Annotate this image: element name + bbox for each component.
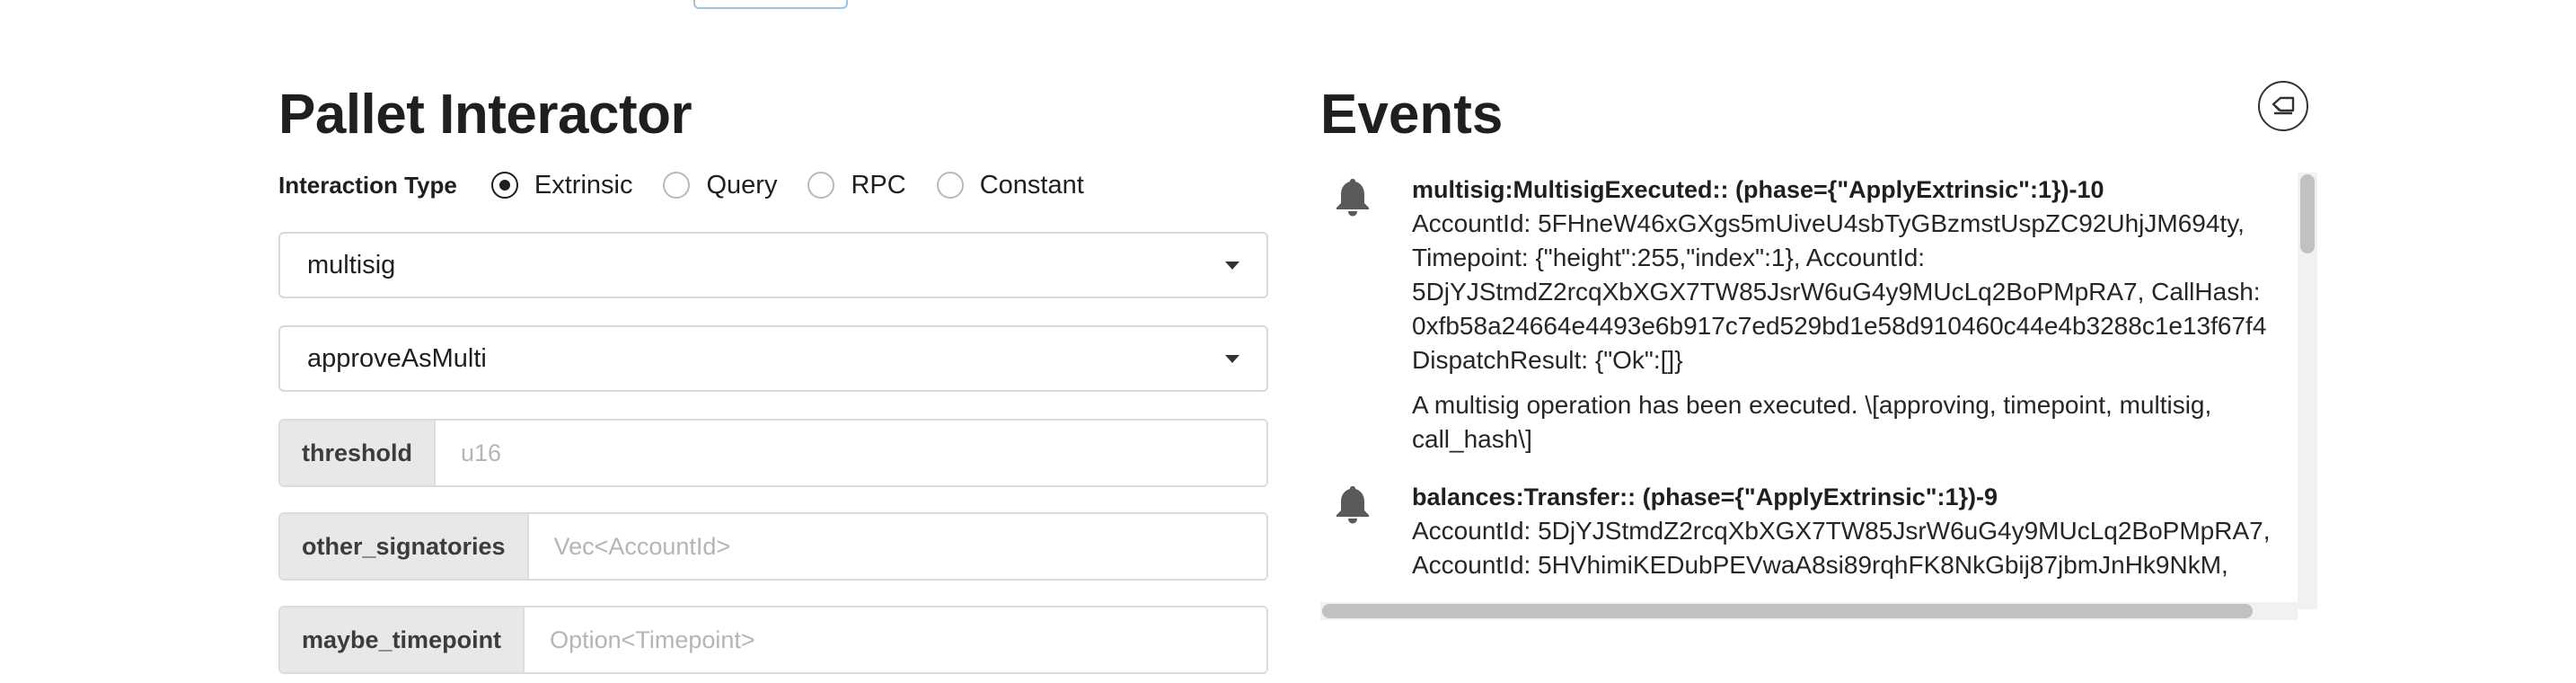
eraser-icon[interactable]: [2271, 95, 2296, 117]
event-item: multisig:MultisigExecuted:: (phase={"App…: [1320, 173, 2296, 457]
callable-select[interactable]: approveAsMulti: [278, 325, 1268, 392]
event-title: multisig:MultisigExecuted:: (phase={"App…: [1412, 176, 2104, 203]
event-data-line: AccountId: 5DjYJStmdZ2rcqXbXGX7TW85JsrW6…: [1412, 517, 2271, 545]
horizontal-scrollbar-thumb[interactable]: [1322, 604, 2253, 618]
clear-events-button[interactable]: [2258, 81, 2308, 131]
param-maybe-timepoint-label: maybe_timepoint: [280, 608, 525, 672]
radio-rpc-indicator[interactable]: [807, 172, 835, 199]
param-maybe-timepoint: maybe_timepoint: [278, 606, 1268, 674]
radio-extrinsic[interactable]: Extrinsic: [490, 171, 633, 200]
param-threshold: threshold: [278, 419, 1268, 487]
param-threshold-input[interactable]: [436, 421, 1266, 485]
events-feed-content: multisig:MultisigExecuted:: (phase={"App…: [1320, 173, 2296, 606]
events-horizontal-scrollbar[interactable]: [1320, 602, 2298, 620]
param-maybe-timepoint-input[interactable]: [525, 608, 1266, 672]
event-title: balances:Transfer:: (phase={"ApplyExtrin…: [1412, 483, 1998, 510]
event-data-line: AccountId: 5FHneW46xGXgs5mUiveU4sbTyGBzm…: [1412, 209, 2245, 237]
event-data-line: 5DjYJStmdZ2rcqXbXGX7TW85JsrW6uG4y9MUcLq2…: [1412, 278, 2261, 306]
radio-rpc-label[interactable]: RPC: [851, 171, 905, 200]
events-vertical-scrollbar[interactable]: [2298, 173, 2317, 609]
event-description: A multisig operation has been executed. …: [1412, 391, 2212, 453]
bell-icon: [1337, 179, 1369, 217]
radio-extrinsic-label[interactable]: Extrinsic: [534, 171, 633, 200]
events-panel: Events multisig:MultisigExecuted:: (phas…: [1320, 81, 2317, 620]
event-data-line: 0xfb58a24664e4493e6b917c7ed529bd1e58d910…: [1412, 312, 2267, 340]
interaction-type-label: Interaction Type: [278, 171, 457, 199]
radio-constant[interactable]: Constant: [936, 171, 1084, 200]
interaction-type-group: Interaction Type Extrinsic Query RPC Con…: [278, 167, 1268, 203]
param-threshold-label: threshold: [280, 421, 437, 485]
event-data-line: DispatchResult: {"Ok":[]}: [1412, 346, 1683, 374]
event-data-line: Timepoint: {"height":255,"index":1}, Acc…: [1412, 244, 1926, 271]
vertical-scrollbar-thumb[interactable]: [2300, 174, 2315, 253]
events-feed[interactable]: multisig:MultisigExecuted:: (phase={"App…: [1320, 173, 2296, 609]
event-data-line: AccountId: 5HVhimiKEDubPEVwaA8si89rqhFK8…: [1412, 551, 2228, 579]
radio-extrinsic-indicator[interactable]: [490, 172, 518, 199]
events-title: Events: [1320, 84, 1504, 146]
radio-query-label[interactable]: Query: [706, 171, 777, 200]
radio-constant-label[interactable]: Constant: [980, 171, 1084, 200]
event-item: balances:Transfer:: (phase={"ApplyExtrin…: [1320, 480, 2296, 582]
param-other-signatories: other_signatories: [278, 512, 1268, 581]
pallet-interactor-panel: Pallet Interactor Interaction Type Extri…: [278, 83, 1268, 674]
bell-icon: [1337, 486, 1369, 524]
radio-constant-indicator[interactable]: [936, 172, 964, 199]
param-other-signatories-input[interactable]: [528, 514, 1266, 579]
pallet-interactor-title: Pallet Interactor: [278, 84, 693, 146]
chevron-down-icon[interactable]: [1225, 354, 1239, 363]
radio-query-indicator[interactable]: [663, 172, 691, 199]
chevron-down-icon[interactable]: [1225, 261, 1239, 270]
radio-query[interactable]: Query: [663, 171, 777, 200]
pallet-select[interactable]: multisig: [278, 232, 1268, 298]
callable-select-value[interactable]: approveAsMulti: [280, 344, 1225, 374]
top-button-edge[interactable]: [693, 0, 848, 9]
param-other-signatories-label: other_signatories: [280, 514, 529, 579]
pallet-select-value[interactable]: multisig: [280, 251, 1225, 280]
radio-rpc[interactable]: RPC: [807, 171, 906, 200]
